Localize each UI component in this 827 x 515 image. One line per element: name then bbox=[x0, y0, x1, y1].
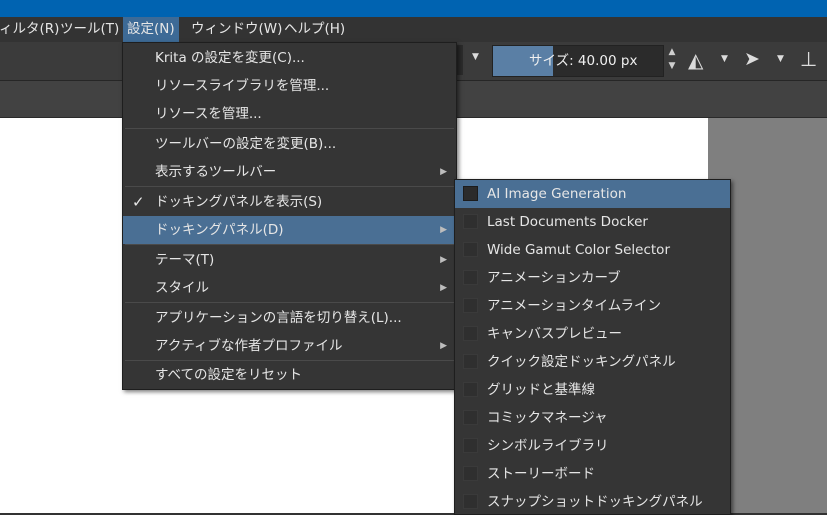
spin-up-icon[interactable]: ▲ bbox=[664, 45, 680, 59]
docker-item[interactable]: スナップショットドッキングパネル bbox=[455, 488, 730, 514]
menu-item-themes[interactable]: テーマ(T) ▶ bbox=[123, 246, 456, 274]
docker-checkbox[interactable] bbox=[463, 242, 478, 257]
docker-checkbox[interactable] bbox=[463, 410, 478, 425]
brush-size-spinner[interactable]: ▲ ▼ bbox=[664, 45, 680, 75]
checkmark-icon: ✓ bbox=[132, 193, 145, 211]
docker-checkbox[interactable] bbox=[463, 214, 478, 229]
docker-item[interactable]: Wide Gamut Color Selector bbox=[455, 236, 730, 264]
mirror-horizontal-icon[interactable]: ◭ bbox=[688, 48, 703, 72]
chevron-down-icon[interactable]: ▼ bbox=[472, 52, 479, 62]
menu-separator bbox=[125, 186, 454, 187]
docker-checkbox[interactable] bbox=[463, 270, 478, 285]
menu-settings[interactable]: 設定(N) bbox=[123, 17, 179, 42]
menu-item-configure-toolbars[interactable]: ツールバーの設定を変更(B)... bbox=[123, 130, 456, 158]
docker-item[interactable]: クイック設定ドッキングパネル bbox=[455, 348, 730, 376]
window-titlebar bbox=[0, 0, 827, 17]
menu-item-manage-resource-libraries[interactable]: リソースライブラリを管理... bbox=[123, 72, 456, 100]
submenu-arrow-icon: ▶ bbox=[440, 283, 447, 293]
chevron-down-icon[interactable]: ▼ bbox=[721, 54, 728, 64]
dockers-submenu: AI Image Generation Last Documents Docke… bbox=[454, 179, 731, 515]
menu-help[interactable]: ヘルプ(H) bbox=[280, 17, 349, 42]
menu-item-manage-resources[interactable]: リソースを管理... bbox=[123, 100, 456, 128]
menu-item-author-profile[interactable]: アクティブな作者プロファイル ▶ bbox=[123, 332, 456, 360]
docker-item[interactable]: ストーリーボード bbox=[455, 460, 730, 488]
menu-item-configure-krita[interactable]: Krita の設定を変更(C)... bbox=[123, 44, 456, 72]
menu-separator bbox=[125, 302, 454, 303]
docker-checkbox[interactable] bbox=[463, 298, 478, 313]
docker-checkbox[interactable] bbox=[463, 382, 478, 397]
docker-item[interactable]: AI Image Generation bbox=[455, 180, 730, 208]
submenu-arrow-icon: ▶ bbox=[440, 167, 447, 177]
brush-size-label: サイズ: 40.00 px bbox=[529, 53, 638, 69]
menu-item-reset-settings[interactable]: すべての設定をリセット bbox=[123, 361, 456, 389]
submenu-arrow-icon: ▶ bbox=[440, 225, 447, 235]
menu-item-dockers[interactable]: ドッキングパネル(D) ▶ bbox=[123, 216, 456, 244]
docker-checkbox[interactable] bbox=[463, 494, 478, 509]
docker-checkbox[interactable] bbox=[463, 354, 478, 369]
brush-size-slider[interactable]: サイズ: 40.00 px bbox=[492, 45, 664, 77]
menu-item-toolbars-shown[interactable]: 表示するツールバー ▶ bbox=[123, 158, 456, 186]
submenu-arrow-icon: ▶ bbox=[440, 255, 447, 265]
crop-icon[interactable]: ⊥ bbox=[800, 47, 817, 71]
docker-item[interactable]: シンボルライブラリ bbox=[455, 432, 730, 460]
spin-down-icon[interactable]: ▼ bbox=[664, 59, 680, 73]
docker-checkbox[interactable] bbox=[463, 326, 478, 341]
menubar: ィルタ(R) ツール(T) 設定(N) ウィンドウ(W) ヘルプ(H) bbox=[0, 17, 827, 42]
mirror-vertical-icon[interactable]: ➤ bbox=[744, 48, 760, 70]
settings-menu: Krita の設定を変更(C)... リソースライブラリを管理... リソースを… bbox=[122, 42, 457, 390]
docker-checkbox[interactable] bbox=[463, 186, 478, 201]
docker-item[interactable]: アニメーションタイムライン bbox=[455, 292, 730, 320]
menu-window[interactable]: ウィンドウ(W) bbox=[187, 17, 286, 42]
docker-checkbox[interactable] bbox=[463, 438, 478, 453]
docker-item[interactable]: グリッドと基準線 bbox=[455, 376, 730, 404]
menu-item-style[interactable]: スタイル ▶ bbox=[123, 274, 456, 302]
docker-item[interactable]: Last Documents Docker bbox=[455, 208, 730, 236]
docker-checkbox[interactable] bbox=[463, 466, 478, 481]
docker-item[interactable]: コミックマネージャ bbox=[455, 404, 730, 432]
chevron-down-icon[interactable]: ▼ bbox=[777, 54, 784, 64]
menu-tools[interactable]: ツール(T) bbox=[56, 17, 123, 42]
docker-item[interactable]: キャンバスプレビュー bbox=[455, 320, 730, 348]
menu-item-switch-language[interactable]: アプリケーションの言語を切り替え(L)... bbox=[123, 304, 456, 332]
menu-filter[interactable]: ィルタ(R) bbox=[0, 17, 63, 42]
menu-separator bbox=[125, 244, 454, 245]
submenu-arrow-icon: ▶ bbox=[440, 341, 447, 351]
docker-item[interactable]: アニメーションカーブ bbox=[455, 264, 730, 292]
menu-separator bbox=[125, 128, 454, 129]
menu-item-show-dockers[interactable]: ✓ ドッキングパネルを表示(S) bbox=[123, 188, 456, 216]
